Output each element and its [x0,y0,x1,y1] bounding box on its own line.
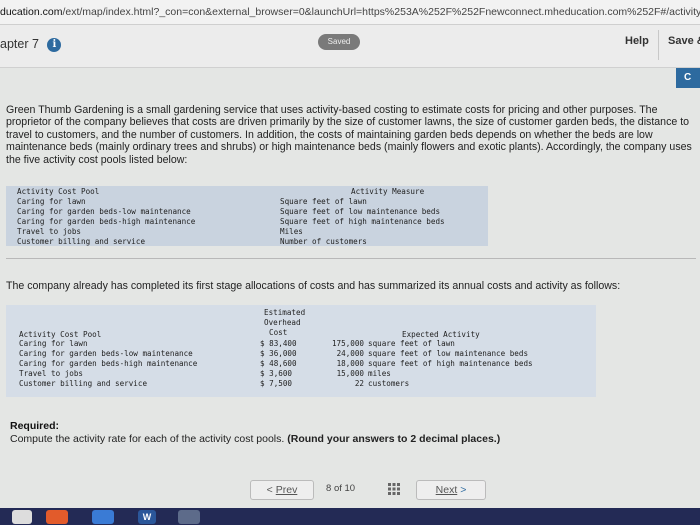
costs-activity-table: Estimated Overhead Cost Activity Cost Po… [6,305,596,397]
activity-quantity: 22 [354,379,364,388]
pool-cost: $ 48,600 [260,359,297,368]
chapter-label: apter 7 [0,37,39,51]
prev-label: Prev [275,484,298,496]
pool-cost: $ 3,600 [260,369,293,378]
table-row: Caring for lawn $ 83,400 175,000 square … [6,339,596,349]
activity-unit: square feet of lawn [368,339,455,348]
activity-unit: square feet of low maintenance beds [368,349,529,358]
next-label: Next [435,484,458,496]
pool-measure: Square feet of high maintenance beds [280,217,445,226]
activity-pools-table: Activity Cost Pool Activity Measure Cari… [6,186,488,246]
activity-unit: miles [368,369,391,378]
chapter-title[interactable]: apter 7 i [0,37,62,52]
rounding-note: (Round your answers to 2 decimal places.… [287,433,501,445]
table-row: Caring for garden beds-low maintenance $… [6,349,596,359]
activity-quantity: 18,000 [336,359,364,368]
word-icon[interactable]: W [138,510,156,524]
activity-unit: customers [368,379,410,388]
table-row: Travel to jobs Miles [6,227,488,237]
app-icon[interactable] [178,510,200,524]
pool-measure: Number of customers [280,237,367,246]
pools-header-measure: Activity Measure [351,187,425,196]
pool-name: Caring for lawn [17,197,86,206]
pool-name: Travel to jobs [19,369,84,378]
info-icon[interactable]: i [47,37,62,52]
activity-unit: square feet of high maintenance beds [368,359,533,368]
pool-name: Caring for garden beds-high maintenance [17,217,196,226]
question-navigation: < Prev 8 of 10 Next > [250,480,486,500]
pool-name: Caring for lawn [19,339,88,348]
toolbar-strip: C [0,68,700,88]
compute-text: Compute the activity rate for each of th… [10,433,285,445]
problem-intro: Green Thumb Gardening is a small gardeni… [6,104,692,166]
next-button[interactable]: Next > [416,480,486,500]
url-path: /ext/map/index.html?_con=con&external_br… [62,6,700,18]
pool-name: Travel to jobs [17,227,82,236]
required-instructions: Compute the activity rate for each of th… [10,433,500,445]
pool-name: Caring for garden beds-low maintenance [17,207,191,216]
table-row: Caring for garden beds-high maintenance … [6,359,596,369]
grid-icon[interactable] [388,483,400,495]
pool-cost: $ 36,000 [260,349,297,358]
section-divider [6,258,696,259]
current-page: 8 [326,483,332,494]
table-row: Customer billing and service Number of c… [6,237,488,247]
help-link[interactable]: Help [625,35,649,47]
chevron-left-icon: < [266,484,273,496]
address-bar[interactable]: ducation.com/ext/map/index.html?_con=con… [0,0,700,25]
check-my-work-button[interactable]: C [676,68,700,88]
pools-header-pool: Activity Cost Pool [17,187,100,196]
table-row: Caring for lawn Square feet of lawn [6,197,488,207]
prev-button[interactable]: < Prev [250,480,314,500]
header-overhead: Overhead [264,317,301,327]
header-estimated: Estimated [264,308,306,317]
activity-quantity: 175,000 [331,339,364,348]
pool-measure: Square feet of low maintenance beds [280,207,441,216]
start-icon[interactable] [12,510,32,524]
estimated-overhead-header: Estimated Overhead [264,308,305,327]
pool-cost: $ 83,400 [260,339,297,348]
pool-measure: Square feet of lawn [280,197,367,206]
activity-quantity: 15,000 [336,369,364,378]
url-host: ducation.com [0,6,63,18]
activity-quantity: 24,000 [336,349,364,358]
total-pages: 10 [344,483,356,494]
required-label: Required: [10,420,60,432]
os-taskbar: W [0,508,700,525]
chevron-right-icon: > [460,484,467,496]
saved-badge: Saved [318,34,360,50]
stage-allocation-text: The company already has completed its fi… [6,280,621,292]
table-row: Caring for garden beds-low maintenance S… [6,207,488,217]
pool-cost: $ 7,500 [260,379,293,388]
pool-name: Customer billing and service [17,237,146,246]
pool-name: Customer billing and service [19,379,148,388]
page-indicator: 8 of 10 [326,483,355,494]
app-header: apter 7 i Saved Help Save & [0,25,700,68]
table-row: Caring for garden beds-high maintenance … [6,217,488,227]
save-exit-button[interactable]: Save & [668,35,700,47]
pool-name: Caring for garden beds-low maintenance [19,349,193,358]
chrome-icon[interactable] [46,510,68,524]
page-of: of [333,483,342,494]
table-row: Customer billing and service $ 7,500 22 … [6,379,596,389]
pool-name: Caring for garden beds-high maintenance [19,359,198,368]
pool-measure: Miles [280,227,303,236]
header-divider [658,30,659,60]
folder-icon[interactable] [92,510,114,524]
table-row: Travel to jobs $ 3,600 15,000 miles [6,369,596,379]
